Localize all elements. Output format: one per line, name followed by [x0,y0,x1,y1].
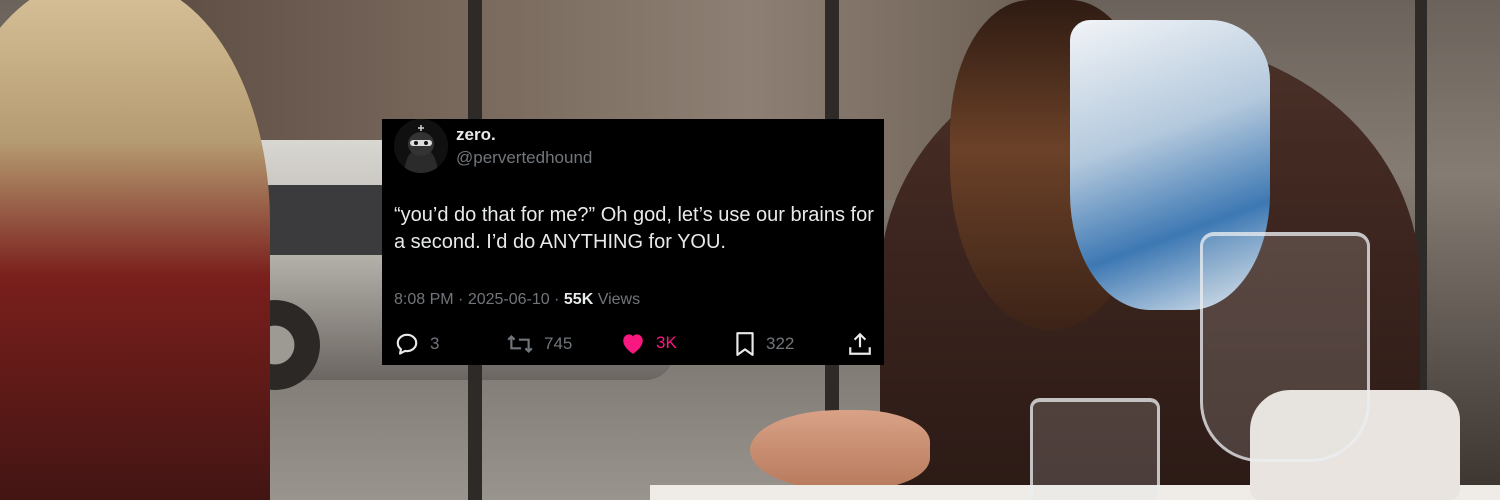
bookmark-icon [736,332,754,356]
repost-button[interactable]: 745 [506,331,572,357]
avatar-image [394,119,448,173]
repost-icon [507,334,533,354]
reply-icon [396,333,418,355]
share-button[interactable] [848,331,872,357]
tweet-time[interactable]: 8:08 PM [394,291,454,308]
avatar[interactable] [394,119,448,173]
like-count: 3K [656,333,677,352]
tweet-card: zero. @pervertedhound “you’d do that for… [382,119,884,365]
user-handle[interactable]: @pervertedhound [456,148,592,168]
reply-button[interactable]: 3 [394,331,439,357]
share-icon [849,332,871,355]
background-person-left [0,0,270,500]
bookmark-count: 322 [766,334,795,353]
tweet-text: “you’d do that for me?” Oh god, let’s us… [394,204,874,253]
background-hand [750,410,930,490]
like-button[interactable]: 3K [620,331,677,355]
heart-icon [623,334,643,354]
meta-separator: · [554,291,560,308]
action-bar: 3 745 3K 322 [394,331,874,357]
views-label: Views [597,291,641,308]
tweet-date[interactable]: 2025-06-10 [468,291,550,308]
bookmark-button[interactable]: 322 [734,331,794,357]
views-count: 55K [563,291,594,308]
display-name[interactable]: zero. [456,125,496,145]
meta-separator: · [458,291,464,308]
background-water-glass [1030,398,1160,500]
reply-count: 3 [430,334,440,353]
tweet-meta: 8:08 PM · 2025-06-10 · 55K Views [394,291,640,309]
repost-count: 745 [544,334,573,353]
background-wine-glass [1200,232,1370,462]
